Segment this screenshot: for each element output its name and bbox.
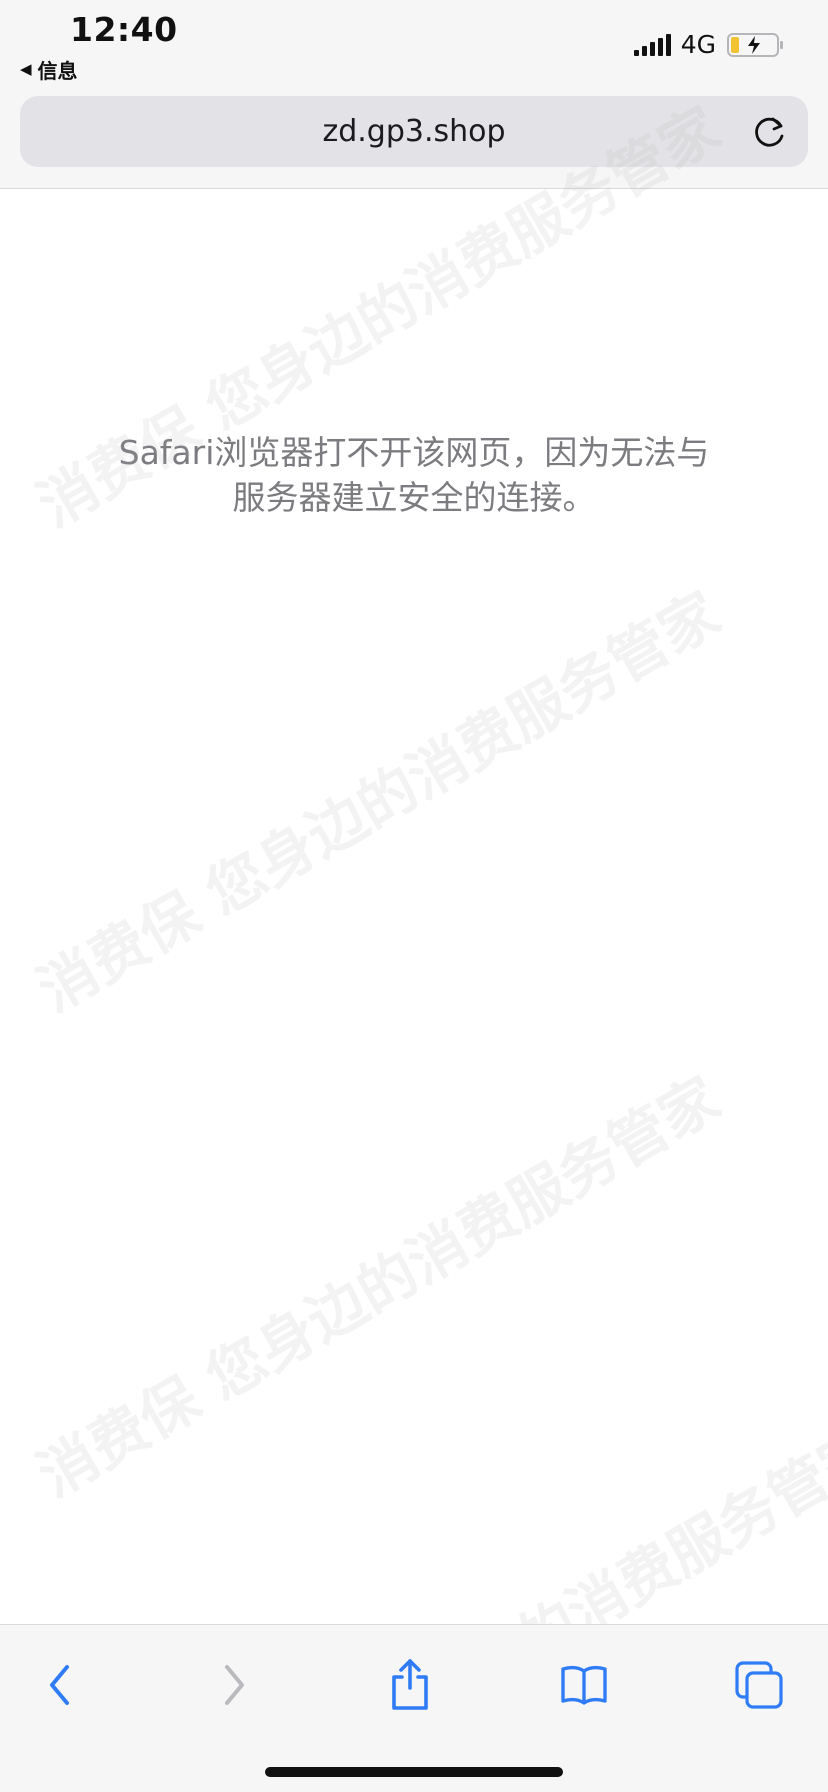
tabs-button[interactable]	[729, 1655, 789, 1715]
connection-error-message: Safari浏览器打不开该网页，因为无法与 服务器建立安全的连接。	[80, 430, 748, 520]
forward-button[interactable]	[204, 1655, 264, 1715]
back-app-label: 信息	[37, 58, 78, 83]
signal-strength-icon	[633, 33, 671, 56]
forward-icon	[225, 1665, 244, 1705]
url-text: zd.gp3.shop	[322, 114, 506, 149]
watermark-text: 消费保 您身边的消费服务管家	[26, 579, 731, 1026]
reload-icon[interactable]	[750, 112, 788, 150]
share-button[interactable]	[380, 1655, 440, 1715]
bookmarks-button[interactable]	[554, 1655, 614, 1715]
back-icon	[50, 1665, 69, 1705]
bookmarks-icon	[561, 1665, 607, 1705]
safari-screen: 12:40 ◀ 信息 4G zd.gp3.shop Safari浏览器打不开该网…	[0, 0, 828, 1792]
watermark-text: 消费保 您身边的消费服务管家	[26, 1064, 731, 1511]
top-browser-chrome: 12:40 ◀ 信息 4G zd.gp3.shop	[0, 0, 828, 189]
status-indicators: 4G	[633, 30, 786, 59]
error-line-2: 服务器建立安全的连接。	[232, 478, 596, 517]
error-line-1: Safari浏览器打不开该网页，因为无法与	[118, 433, 710, 472]
back-to-messages-link[interactable]: ◀ 信息	[20, 55, 78, 83]
back-triangle-icon: ◀	[20, 60, 32, 78]
share-icon	[392, 1659, 428, 1710]
battery-charging-icon	[727, 32, 783, 57]
back-button[interactable]	[30, 1655, 90, 1715]
home-indicator	[265, 1767, 563, 1777]
status-time: 12:40	[70, 10, 178, 49]
network-type-label: 4G	[680, 30, 716, 59]
bottom-toolbar	[0, 1624, 828, 1792]
watermark-overlay: 消费保 您身边的消费服务管家 消费保 您身边的消费服务管家 消费保 您身边的消费…	[0, 0, 828, 1792]
address-bar[interactable]: zd.gp3.shop	[20, 96, 808, 167]
tabs-icon	[735, 1661, 783, 1709]
